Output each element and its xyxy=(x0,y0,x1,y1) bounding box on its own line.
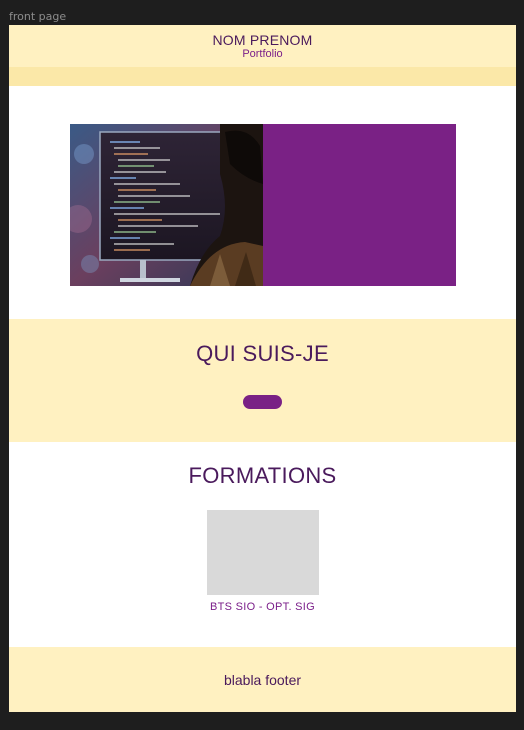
site-subtitle: Portfolio xyxy=(242,48,283,60)
hero-banner xyxy=(70,124,456,286)
about-section: QUI SUIS-JE xyxy=(9,319,516,442)
nav-bar xyxy=(9,67,516,86)
site-footer: blabla footer xyxy=(9,647,516,712)
site-owner-name: NOM PRENOM xyxy=(212,32,313,48)
front-page-frame: NOM PRENOM Portfolio QUI SUIS-JE FORMATI… xyxy=(9,25,516,712)
formation-label[interactable]: BTS SIO - OPT. SIG xyxy=(9,601,516,613)
site-header: NOM PRENOM Portfolio xyxy=(9,25,516,67)
hero-color-panel xyxy=(263,124,456,286)
frame-label[interactable]: front page xyxy=(9,10,66,23)
about-more-button[interactable] xyxy=(243,395,282,409)
about-title: QUI SUIS-JE xyxy=(196,341,329,366)
footer-text: blabla footer xyxy=(223,672,302,688)
formations-section: FORMATIONS BTS SIO - OPT. SIG xyxy=(9,442,516,647)
hero-photo-developer-at-monitor xyxy=(70,124,263,286)
formation-image-placeholder[interactable] xyxy=(207,510,319,595)
formations-title: FORMATIONS xyxy=(188,463,337,488)
